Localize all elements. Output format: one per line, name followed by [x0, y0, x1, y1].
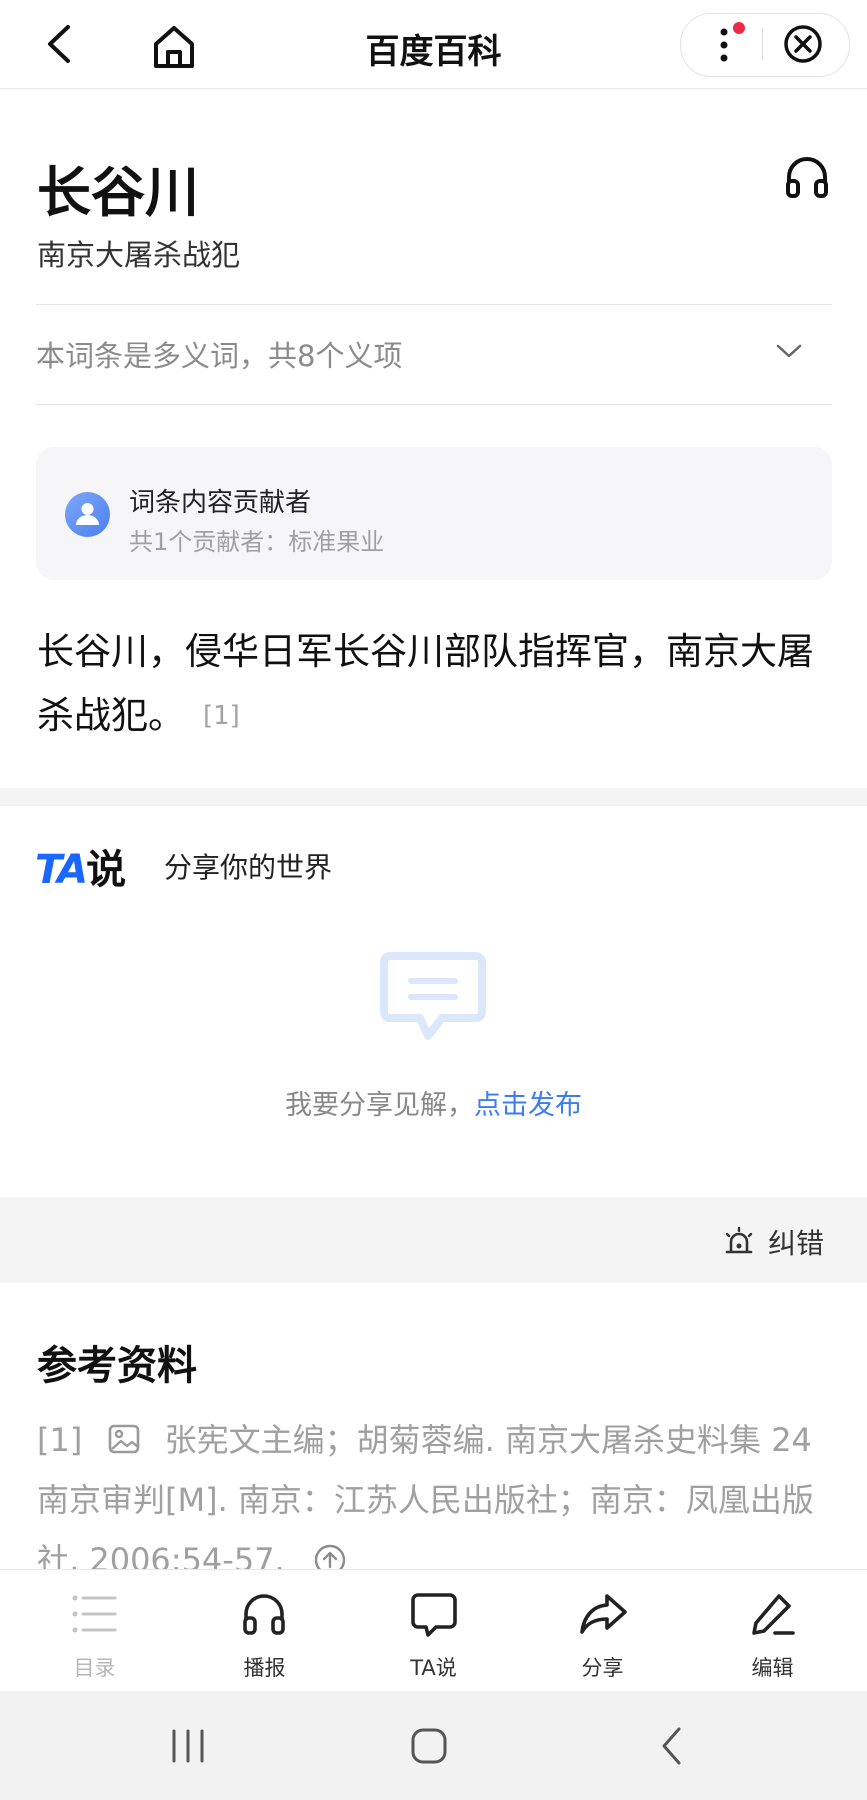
reference-text: 张宪文主编；胡菊蓉编. 南京大屠杀史料集 24 南京审判[M]. 南京：江苏人民…	[37, 1421, 814, 1579]
references-title: 参考资料	[37, 1343, 197, 1389]
alarm-icon[interactable]	[722, 1225, 756, 1257]
ta-tagline: 分享你的世界	[164, 851, 333, 884]
nav-item-ta[interactable]: TA说	[347, 1570, 520, 1692]
capsule-divider	[762, 28, 763, 60]
share-prompt-text: 我要分享见解，	[285, 1090, 474, 1121]
home-nav-icon[interactable]	[410, 1727, 448, 1765]
entry-summary: 长谷川，侵华日军长谷川部队指挥官，南京大屠杀战犯。 [1]	[37, 620, 837, 748]
divider	[36, 304, 832, 305]
notification-dot	[733, 22, 745, 34]
citation-link[interactable]: [1]	[203, 701, 240, 731]
share-arrow-icon	[579, 1592, 629, 1640]
open-link-icon[interactable]	[313, 1536, 347, 1576]
divider	[36, 404, 832, 405]
nav-label-share: 分享	[581, 1656, 624, 1680]
nav-item-contents[interactable]: 目录	[8, 1570, 181, 1692]
nav-label-listen: 播报	[243, 1656, 286, 1680]
summary-text: 长谷川，侵华日军长谷川部队指挥官，南京大屠杀战犯。	[37, 630, 814, 737]
image-icon	[107, 1414, 141, 1454]
reference-item[interactable]: [1] 张宪文主编；胡菊蓉编. 南京大屠杀史料集 24 南京审判[M]. 南京：…	[37, 1410, 827, 1590]
correction-label[interactable]: 纠错	[768, 1222, 824, 1262]
listen-headphones-icon[interactable]	[783, 153, 831, 201]
ta-logo: TA说	[35, 837, 126, 895]
headphones-icon	[240, 1590, 288, 1642]
nav-label-edit: 编辑	[751, 1656, 794, 1680]
comment-placeholder-icon	[380, 950, 486, 1050]
bottom-nav: 目录 播报 TA说 分享 编辑	[0, 1569, 867, 1692]
mini-program-capsule	[680, 13, 850, 77]
nav-item-listen[interactable]: 播报	[178, 1570, 351, 1692]
nav-label-contents: 目录	[73, 1656, 116, 1680]
contributor-avatar-icon	[65, 492, 110, 537]
ta-logo-ta: TA	[35, 847, 88, 893]
nav-item-share[interactable]: 分享	[516, 1570, 689, 1692]
list-icon	[71, 1592, 119, 1640]
edit-pen-icon	[749, 1590, 797, 1642]
chat-bubble-icon	[410, 1592, 458, 1642]
close-icon[interactable]	[783, 24, 823, 64]
more-icon[interactable]	[714, 22, 734, 66]
ta-logo-shuo: 说	[86, 847, 126, 893]
publish-link[interactable]: 点击发布	[474, 1090, 582, 1121]
reference-index: [1]	[37, 1421, 83, 1459]
entry-subtitle: 南京大屠杀战犯	[37, 238, 241, 272]
chevron-down-icon[interactable]	[776, 342, 802, 360]
share-prompt: 我要分享见解，点击发布	[0, 1083, 867, 1122]
nav-item-edit[interactable]: 编辑	[686, 1570, 859, 1692]
nav-label-ta: TA说	[410, 1656, 457, 1680]
section-separator	[0, 788, 867, 806]
recent-apps-icon[interactable]	[168, 1728, 208, 1764]
contributors-title: 词条内容贡献者	[129, 488, 312, 518]
back-nav-icon[interactable]	[660, 1726, 684, 1766]
contributors-detail[interactable]: 共1个贡献者：标准果业	[129, 522, 384, 557]
entry-title: 长谷川	[37, 161, 199, 224]
polysemy-note[interactable]: 本词条是多义词，共8个义项	[36, 333, 402, 375]
